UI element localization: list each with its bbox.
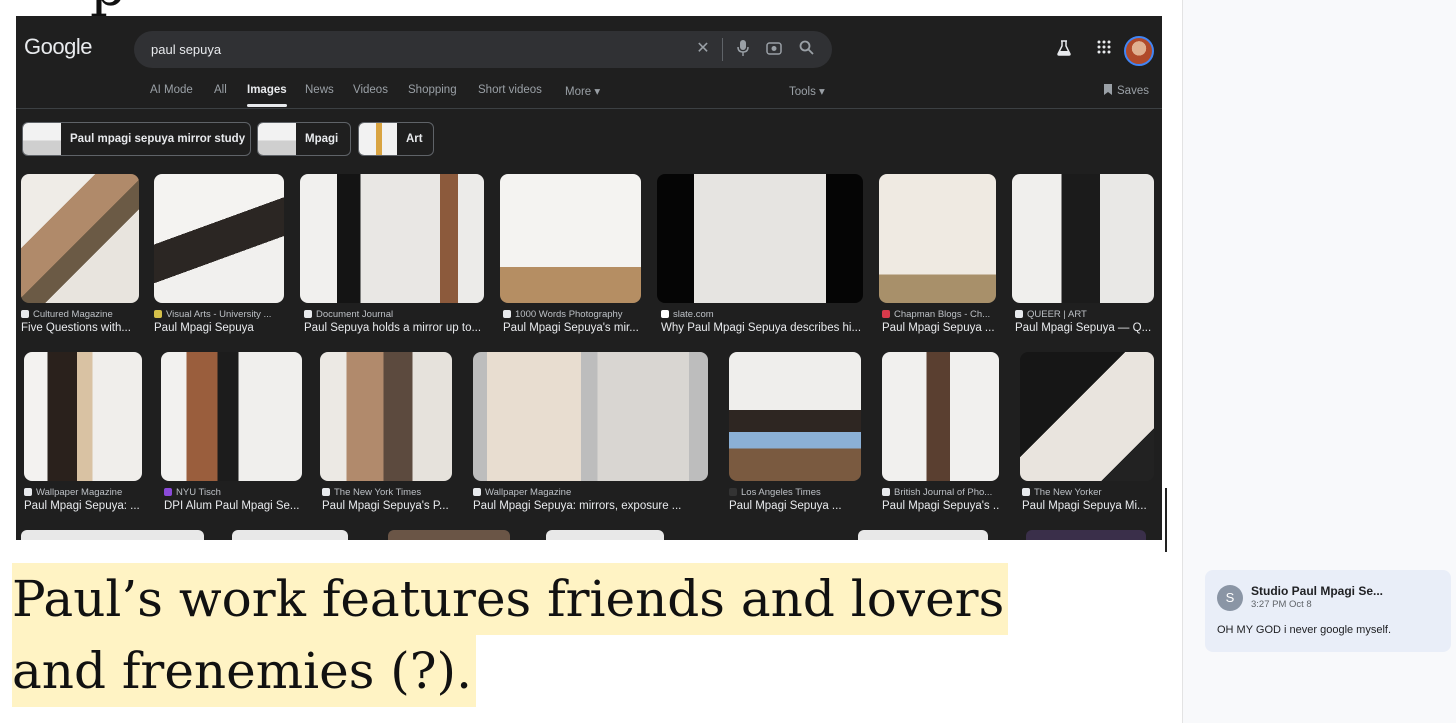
result-title[interactable]: Paul Mpagi Sepuya ... [882, 322, 996, 334]
partial-image-row [21, 530, 204, 540]
tools-button[interactable]: Tools ▾ [789, 84, 825, 98]
chip-art[interactable]: Art [358, 122, 434, 156]
bookmark-icon [1104, 84, 1112, 95]
image-result[interactable] [154, 174, 284, 303]
result-source: British Journal of Pho... [882, 487, 999, 498]
image-result[interactable] [1012, 174, 1154, 303]
result-title[interactable]: Paul Mpagi Sepuya ... [729, 500, 861, 512]
result-title[interactable]: Paul Sepuya holds a mirror up to... [304, 322, 484, 334]
comment-timestamp: 3:27 PM Oct 8 [1251, 599, 1312, 610]
commenter-name[interactable]: Studio Paul Mpagi Se... [1251, 584, 1383, 598]
result-source: slate.com [661, 309, 861, 320]
result-title[interactable]: Why Paul Mpagi Sepuya describes hi... [661, 322, 861, 334]
result-title[interactable]: Paul Mpagi Sepuya [154, 322, 284, 334]
account-avatar[interactable] [1124, 36, 1154, 66]
comment-body: OH MY GOD i never google myself. [1217, 624, 1392, 636]
chip-thumbnail [258, 123, 296, 155]
image-result[interactable] [657, 174, 863, 303]
chip-label: Mpagi [305, 133, 339, 145]
result-title[interactable]: Paul Mpagi Sepuya: ... [24, 500, 142, 512]
google-logo[interactable]: Google [24, 34, 92, 60]
result-source: Los Angeles Times [729, 487, 861, 498]
saves-label: Saves [1117, 85, 1149, 97]
result-source: The New Yorker [1022, 487, 1156, 498]
chip-label: Paul mpagi sepuya mirror study [70, 133, 246, 145]
image-result[interactable] [729, 352, 861, 481]
caption-line-1: Paul’s work features friends and lovers [12, 563, 1009, 635]
chip-thumbnail [359, 123, 397, 155]
result-title[interactable]: Paul Mpagi Sepuya: mirrors, exposure ... [473, 500, 708, 512]
image-result[interactable] [500, 174, 641, 303]
image-result[interactable] [473, 352, 708, 481]
google-images-screenshot: Google paul sepuya ✕ AI Mode All Images … [16, 16, 1162, 540]
result-source: NYU Tisch [164, 487, 302, 498]
result-source: 1000 Words Photography [503, 309, 643, 320]
search-bar[interactable]: paul sepuya ✕ [134, 31, 832, 68]
tab-short-videos[interactable]: Short videos [478, 84, 542, 96]
tabs-divider [16, 108, 1162, 109]
result-title[interactable]: Paul Mpagi Sepuya's ... [882, 500, 999, 512]
tab-news[interactable]: News [305, 84, 334, 96]
result-source: Visual Arts - University ... [154, 309, 284, 320]
result-title[interactable]: Paul Mpagi Sepuya Mi... [1022, 500, 1156, 512]
commenter-avatar: S [1217, 585, 1243, 611]
partial-image-row [388, 530, 510, 540]
result-source: Document Journal [304, 309, 484, 320]
result-title[interactable]: Paul Mpagi Sepuya's mir... [503, 322, 643, 334]
tab-videos[interactable]: Videos [353, 84, 388, 96]
result-source: Chapman Blogs - Ch... [882, 309, 996, 320]
result-title[interactable]: Paul Mpagi Sepuya's P... [322, 500, 454, 512]
image-result[interactable] [21, 174, 139, 303]
chip-label: Art [406, 133, 423, 145]
result-source: Cultured Magazine [21, 309, 139, 320]
partial-image-row [546, 530, 664, 540]
apps-grid-icon[interactable] [1094, 40, 1114, 60]
image-result[interactable] [1020, 352, 1154, 481]
tab-images[interactable]: Images [247, 84, 287, 107]
result-source: Wallpaper Magazine [24, 487, 142, 498]
image-result[interactable] [882, 352, 999, 481]
comment-card[interactable]: S Studio Paul Mpagi Se... 3:27 PM Oct 8 … [1205, 570, 1451, 652]
partial-image-row [1026, 530, 1146, 540]
tab-all[interactable]: All [214, 84, 227, 96]
partial-image-row [858, 530, 988, 540]
tab-ai-mode[interactable]: AI Mode [150, 84, 193, 96]
search-input[interactable]: paul sepuya [151, 42, 221, 57]
page: p Google paul sepuya ✕ AI Mode A [0, 0, 1456, 723]
partial-image-row [232, 530, 348, 540]
image-result[interactable] [879, 174, 996, 303]
chip-mirror-study[interactable]: Paul mpagi sepuya mirror study [22, 122, 251, 156]
text-cursor [1165, 488, 1167, 552]
tab-more[interactable]: More ▾ [565, 84, 600, 98]
image-result[interactable] [24, 352, 142, 481]
result-title[interactable]: Paul Mpagi Sepuya — Q... [1015, 322, 1155, 334]
result-source: QUEER | ART [1015, 309, 1155, 320]
search-divider [722, 38, 723, 61]
mic-icon[interactable] [734, 40, 752, 58]
tab-shopping[interactable]: Shopping [408, 84, 457, 96]
image-result[interactable] [320, 352, 452, 481]
chip-thumbnail [23, 123, 61, 155]
caption-line-2: and frenemies (?). [12, 635, 476, 707]
search-tabs: AI Mode All Images News Videos Shopping … [16, 84, 1162, 108]
chip-mpagi[interactable]: Mpagi [257, 122, 351, 156]
search-icon[interactable] [797, 40, 815, 58]
lens-icon[interactable] [765, 40, 783, 58]
close-icon[interactable]: ✕ [694, 40, 712, 58]
saves-button[interactable]: Saves [1103, 84, 1149, 97]
image-result[interactable] [300, 174, 484, 303]
comments-panel: S Studio Paul Mpagi Se... 3:27 PM Oct 8 … [1182, 0, 1456, 723]
image-result[interactable] [161, 352, 302, 481]
labs-icon[interactable] [1054, 40, 1074, 60]
result-title[interactable]: Five Questions with... [21, 322, 139, 334]
result-source: Wallpaper Magazine [473, 487, 708, 498]
result-source: The New York Times [322, 487, 454, 498]
result-title[interactable]: DPI Alum Paul Mpagi Se... [164, 500, 302, 512]
